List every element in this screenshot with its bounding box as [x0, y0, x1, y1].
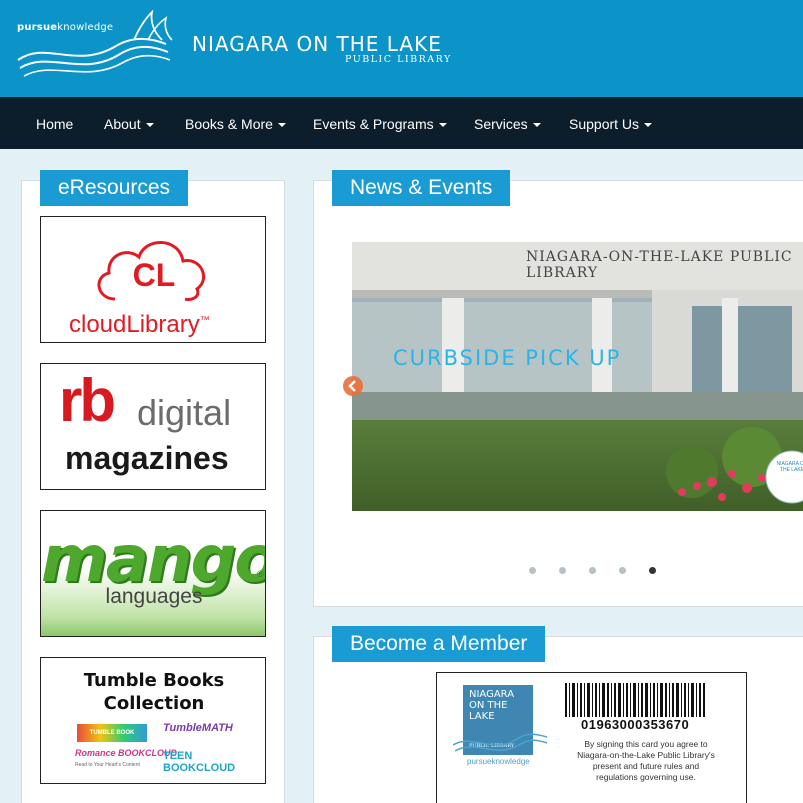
card-tagline: pursueknowledge — [467, 757, 530, 766]
eresources-title: eResources — [40, 170, 189, 206]
rbdigital-magazines: magazines — [65, 440, 229, 476]
tumblemath-badge[interactable]: TumbleMATH — [163, 722, 233, 734]
card-logo-l1: NIAGARA — [469, 689, 515, 700]
cloudlibrary-name: cloudLibrary™ — [69, 311, 210, 338]
nav-item-services[interactable]: Services — [474, 116, 541, 132]
slide-caption: CURBSIDE PICK UP — [393, 346, 622, 370]
become-member-title: Become a Member — [332, 626, 546, 662]
romance-bookcloud-badge[interactable]: Romance BOOKCLOUD — [75, 748, 177, 758]
card-waves-icon — [453, 733, 548, 752]
main-nav: Home About Books & More Events & Program… — [0, 97, 803, 149]
rbdigital-digital: digital — [137, 392, 232, 433]
caret-down-icon — [145, 123, 154, 128]
library-subtitle[interactable]: PUBLIC LIBRARY — [345, 54, 452, 65]
card-logo-l2: ON THE — [469, 700, 508, 711]
chevron-left-icon — [348, 380, 356, 392]
mango-tile[interactable]: mango ® languages — [40, 510, 266, 637]
library-name[interactable]: NIAGARA ON THE LAKE — [192, 32, 442, 56]
slider-dot-4[interactable] — [619, 567, 626, 574]
cloudlibrary-badge: CL — [132, 257, 176, 293]
card-terms: By signing this card you agree to Niagar… — [577, 739, 715, 782]
mango-reg: ® — [257, 569, 264, 579]
rbdigital-tile[interactable]: rb digital magazines — [40, 363, 266, 490]
slider-dot-5-active[interactable] — [649, 567, 656, 574]
nav-item-books-more[interactable]: Books & More — [185, 116, 286, 132]
caret-down-icon — [438, 123, 447, 128]
nav-item-home[interactable]: Home — [36, 116, 73, 132]
library-card-image[interactable]: NIAGARA ON THE LAKE PUBLIC LIBRARY pursu… — [436, 672, 747, 803]
slider-prev-button[interactable] — [343, 376, 363, 396]
site-header: pursueknowledge NIAGARA ON THE LAKE PUBL… — [0, 0, 803, 97]
slider-dot-3[interactable] — [589, 567, 596, 574]
mango-languages: languages — [105, 585, 203, 608]
building-sign: NIAGARA-ON-THE-LAKE PUBLIC LIBRARY — [526, 249, 793, 281]
cloudlibrary-tile[interactable]: CL cloudLibrary™ — [40, 216, 266, 343]
library-building-image — [352, 242, 803, 511]
slide-badge: NIAGARA ON THE LAKE — [776, 461, 803, 473]
barcode-icon — [565, 683, 705, 717]
news-slide-image[interactable]: NIAGARA-ON-THE-LAKE PUBLIC LIBRARY CURBS… — [352, 242, 803, 511]
nav-item-events-programs[interactable]: Events & Programs — [313, 116, 447, 132]
logo-book-waves-icon[interactable] — [16, 10, 176, 82]
tumblebooklibrary-badge[interactable]: TUMBLE BOOK LIBRARY — [77, 724, 147, 754]
romance-tagline: Read to Your Heart's Content — [75, 762, 140, 768]
teen-bookcloud-badge[interactable]: TEEN BOOKCLOUD — [163, 750, 265, 774]
slider-dot-1[interactable] — [529, 567, 536, 574]
tumblebooks-collection: Collection — [103, 693, 205, 714]
caret-down-icon — [277, 123, 286, 128]
caret-down-icon — [644, 123, 653, 128]
tumblebooks-tile[interactable]: Tumble Books Collection TUMBLE BOOK LIBR… — [40, 657, 266, 784]
caret-down-icon — [532, 123, 541, 128]
nav-item-support-us[interactable]: Support Us — [569, 116, 653, 132]
slider-dot-2[interactable] — [559, 567, 566, 574]
news-events-title: News & Events — [332, 170, 511, 206]
rbdigital-badge: rb — [59, 367, 116, 434]
barcode-number: 01963000353670 — [581, 717, 690, 732]
nav-item-about[interactable]: About — [104, 116, 154, 132]
tumblebooks-title: Tumble Books — [83, 670, 225, 691]
